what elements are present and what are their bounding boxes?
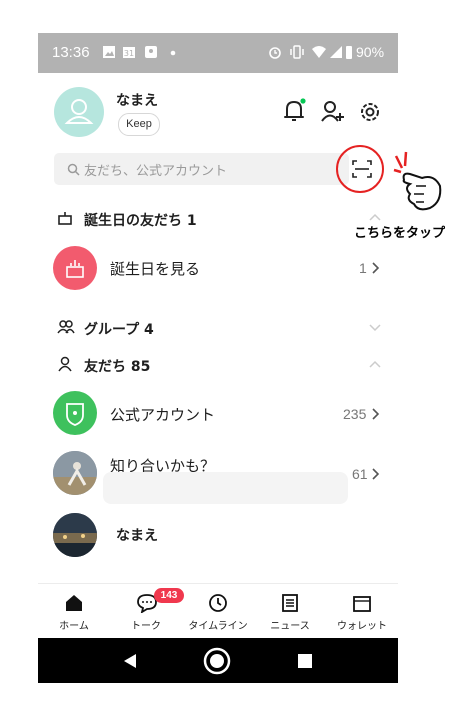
talk-unread-badge: 143 [154,588,184,603]
birthday-avatar [53,246,97,290]
friend-row-count: 235 [343,406,367,422]
section-groups-title[interactable]: グループ 4 [84,319,154,339]
my-avatar[interactable] [54,87,104,137]
photo-thumbnail [53,513,97,557]
chevron-up-icon[interactable] [368,359,382,369]
official-account-avatar [53,391,97,435]
search-placeholder: 友だち、公式アカウント [84,164,228,179]
birthday-cake-icon [58,212,72,225]
calendar-icon: 31 [123,47,135,58]
wifi-icon [312,46,326,58]
dot-icon [170,50,176,56]
see-birthdays-label[interactable]: 誕生日を見る [110,258,200,279]
pointing-hand-icon [393,151,442,211]
annotation-tap-here: こちらをタップ [354,226,446,241]
home-circle-icon[interactable] [202,646,232,676]
friend-row-label[interactable]: 公式アカウント [110,404,215,425]
section-friends-title[interactable]: 友だち 85 [84,356,150,376]
cake-icon [66,260,84,278]
battery-icon [346,46,352,59]
status-bar: 13:36 31 90% [38,33,398,73]
keep-button[interactable]: Keep [118,113,160,136]
friend-suggestion-avatar [53,451,97,495]
friend-icon [58,356,72,372]
birthday-count: 1 [359,260,367,276]
photo-thumbnail [53,451,97,495]
friend-row-label[interactable]: なまえ [116,525,158,545]
recents-icon[interactable] [297,653,313,669]
chevron-up-icon[interactable] [368,212,382,222]
friend-row-count: 61 [352,466,368,482]
nav-home[interactable]: ホーム [38,584,110,639]
nav-label: ウォレット [337,621,387,632]
friend-avatar [53,513,97,557]
settings-gear-icon[interactable] [358,100,382,124]
battery-percent: 90% [356,44,385,60]
section-birthday-title[interactable]: 誕生日の友だち 1 [84,210,197,230]
home-icon [66,595,82,611]
group-icon [57,320,75,334]
nav-label: ホーム [59,621,89,632]
shield-icon [66,403,84,426]
status-time: 13:36 [52,44,90,61]
highlight-circle [336,145,384,193]
nav-label: ニュース [270,621,310,632]
app-notification-icon [145,46,157,58]
chevron-right-icon[interactable] [371,467,381,481]
chevron-down-icon[interactable] [368,322,382,332]
clock-icon [209,594,227,612]
chevron-right-icon[interactable] [371,407,381,421]
notification-bell-icon[interactable] [282,98,306,124]
profile-name[interactable]: なまえ [116,90,158,110]
android-nav-bar [38,638,398,683]
svg-text:31: 31 [124,49,134,58]
back-icon[interactable] [122,652,138,670]
gallery-icon [103,46,115,58]
alarm-icon [269,47,281,59]
chevron-right-icon[interactable] [371,261,381,275]
nav-news[interactable]: ニュース [254,584,326,639]
news-icon [282,594,298,612]
vibrate-icon [290,45,304,59]
nav-timeline[interactable]: タイムライン [182,584,254,639]
blurred-text-placeholder [103,472,348,504]
person-icon [64,99,94,124]
search-icon [67,163,80,176]
wallet-icon [353,596,371,612]
nav-wallet[interactable]: ウォレット [326,584,398,639]
nav-label: タイムライン [188,621,248,632]
bottom-navigation: ホーム トーク タイムライン ニュース ウォレット [38,583,398,639]
add-friend-icon[interactable] [320,98,346,124]
signal-icon [330,46,342,58]
nav-label: トーク [131,621,161,632]
